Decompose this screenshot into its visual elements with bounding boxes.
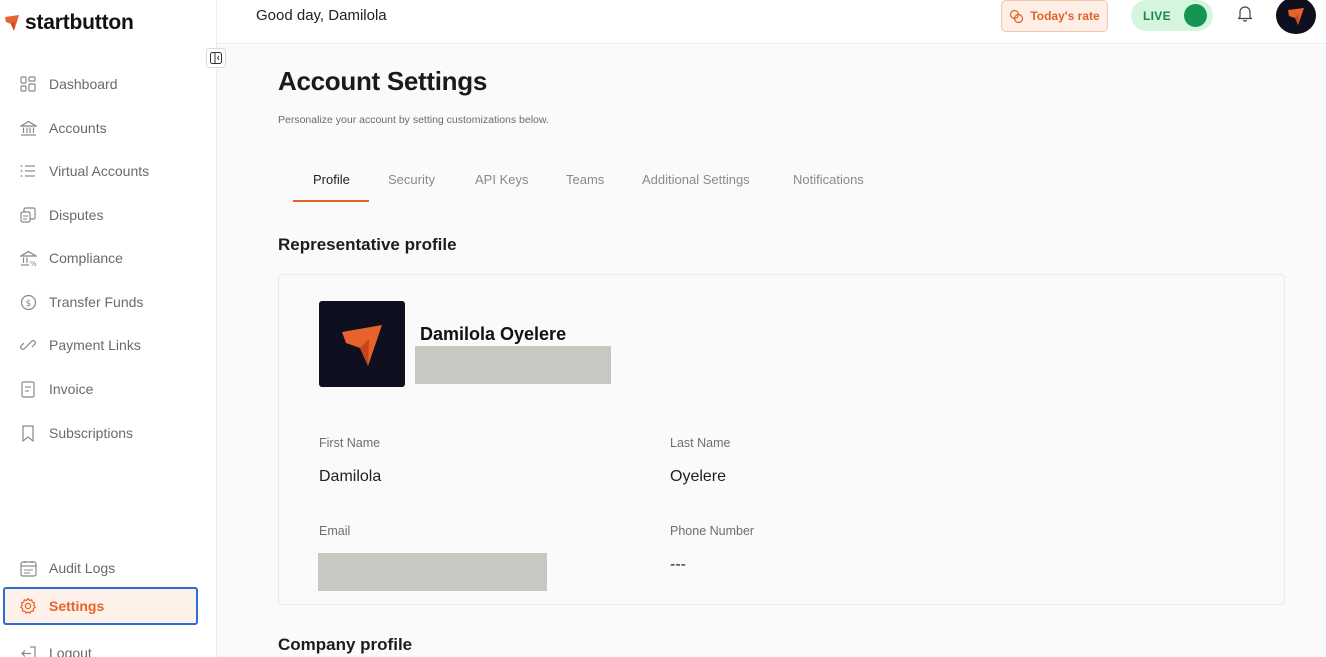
page-title: Account Settings [278, 66, 487, 96]
sidebar-item-audit-logs[interactable]: Audit Logs [4, 549, 199, 587]
live-mode-toggle[interactable]: LIVE [1131, 0, 1213, 31]
greeting-text: Good day, Damilola [256, 7, 387, 24]
exchange-rate-icon [1010, 9, 1024, 23]
sidebar-item-label: Invoice [49, 381, 94, 397]
first-name-label: First Name [319, 436, 381, 450]
sidebar-item-logout[interactable]: Logout [4, 634, 199, 657]
tab-security[interactable]: Security [388, 172, 435, 202]
sidebar-item-label: Settings [49, 598, 105, 614]
representative-profile-heading: Representative profile [278, 235, 457, 254]
phone-number-label: Phone Number [670, 524, 755, 538]
tab-additional-settings[interactable]: Additional Settings [642, 172, 750, 202]
collapse-sidebar-icon[interactable] [206, 48, 226, 68]
grid-icon [19, 75, 37, 93]
startbutton-logo[interactable]: startbutton [4, 11, 134, 35]
brand-name: startbutton [25, 11, 134, 34]
invoice-icon [19, 380, 37, 398]
sidebar-item-invoice[interactable]: Invoice [4, 370, 199, 408]
sidebar-item-label: Subscriptions [49, 425, 134, 441]
calendar-icon [19, 559, 37, 577]
avatar[interactable] [1276, 0, 1316, 34]
tab-api-keys[interactable]: API Keys [475, 172, 528, 202]
sidebar-item-payment-links[interactable]: Payment Links [4, 326, 199, 364]
last-name-value: Oyelere [670, 468, 727, 485]
todays-rate-button[interactable]: Today's rate [1001, 0, 1108, 32]
sidebar-item-transfer-funds[interactable]: $ Transfer Funds [4, 283, 199, 321]
last-name-label: Last Name [670, 436, 731, 450]
list-icon [19, 162, 37, 180]
tab-teams[interactable]: Teams [566, 172, 604, 202]
compliance-icon: % [19, 249, 37, 267]
logout-icon [19, 644, 37, 657]
active-tab-indicator [293, 200, 369, 202]
sidebar-item-label: Payment Links [49, 337, 141, 353]
sidebar-item-disputes[interactable]: Disputes [4, 196, 199, 234]
notification-bell-icon[interactable] [1236, 4, 1254, 22]
sidebar: startbutton Dashboard Accounts Virtual A… [0, 0, 226, 657]
profile-logo [319, 301, 405, 387]
sidebar-item-label: Transfer Funds [49, 294, 144, 310]
sidebar-item-label: Accounts [49, 120, 107, 136]
sidebar-item-accounts[interactable]: Accounts [4, 109, 199, 147]
first-name-value: Damilola [319, 468, 382, 485]
sidebar-item-virtual-accounts[interactable]: Virtual Accounts [4, 152, 199, 190]
redacted-email [318, 553, 547, 591]
representative-profile-card: Damilola Oyelere First Name Damilola Las… [278, 274, 1285, 605]
toggle-knob [1184, 4, 1207, 27]
tab-notifications[interactable]: Notifications [793, 172, 864, 202]
tab-profile[interactable]: Profile [313, 172, 350, 202]
phone-number-value: --- [670, 556, 686, 573]
sidebar-item-label: Compliance [49, 250, 123, 266]
svg-text:%: % [30, 260, 37, 267]
sidebar-item-label: Audit Logs [49, 560, 116, 576]
startbutton-logo-icon [1288, 7, 1304, 25]
redacted-block [415, 346, 611, 384]
email-label: Email [319, 524, 351, 538]
bank-icon [19, 119, 37, 137]
sidebar-item-label: Disputes [49, 207, 104, 223]
svg-text:$: $ [25, 299, 31, 309]
sidebar-item-compliance[interactable]: % Compliance [4, 239, 199, 277]
page-subtitle: Personalize your account by setting cust… [278, 114, 549, 126]
top-bar: Good day, Damilola Today's rate LIVE [217, 0, 1326, 44]
disputes-icon [19, 206, 37, 224]
sidebar-item-subscriptions[interactable]: Subscriptions [4, 414, 199, 452]
dollar-circle-icon: $ [19, 293, 37, 311]
live-mode-label: LIVE [1143, 8, 1171, 23]
bookmark-icon [19, 424, 37, 442]
profile-name: Damilola Oyelere [420, 324, 567, 344]
main-content: Account Settings Personalize your accoun… [217, 45, 1326, 657]
todays-rate-label: Today's rate [1030, 9, 1100, 23]
sidebar-item-label: Dashboard [49, 76, 118, 92]
gear-icon [19, 597, 37, 615]
startbutton-logo-icon [5, 15, 19, 31]
sidebar-item-label: Virtual Accounts [49, 163, 150, 179]
startbutton-logo-icon [342, 325, 382, 366]
sidebar-item-label: Logout [49, 645, 92, 657]
sidebar-item-settings[interactable]: Settings [3, 587, 198, 625]
link-icon [19, 336, 37, 354]
sidebar-item-dashboard[interactable]: Dashboard [4, 65, 199, 103]
company-profile-heading: Company profile [278, 635, 413, 654]
